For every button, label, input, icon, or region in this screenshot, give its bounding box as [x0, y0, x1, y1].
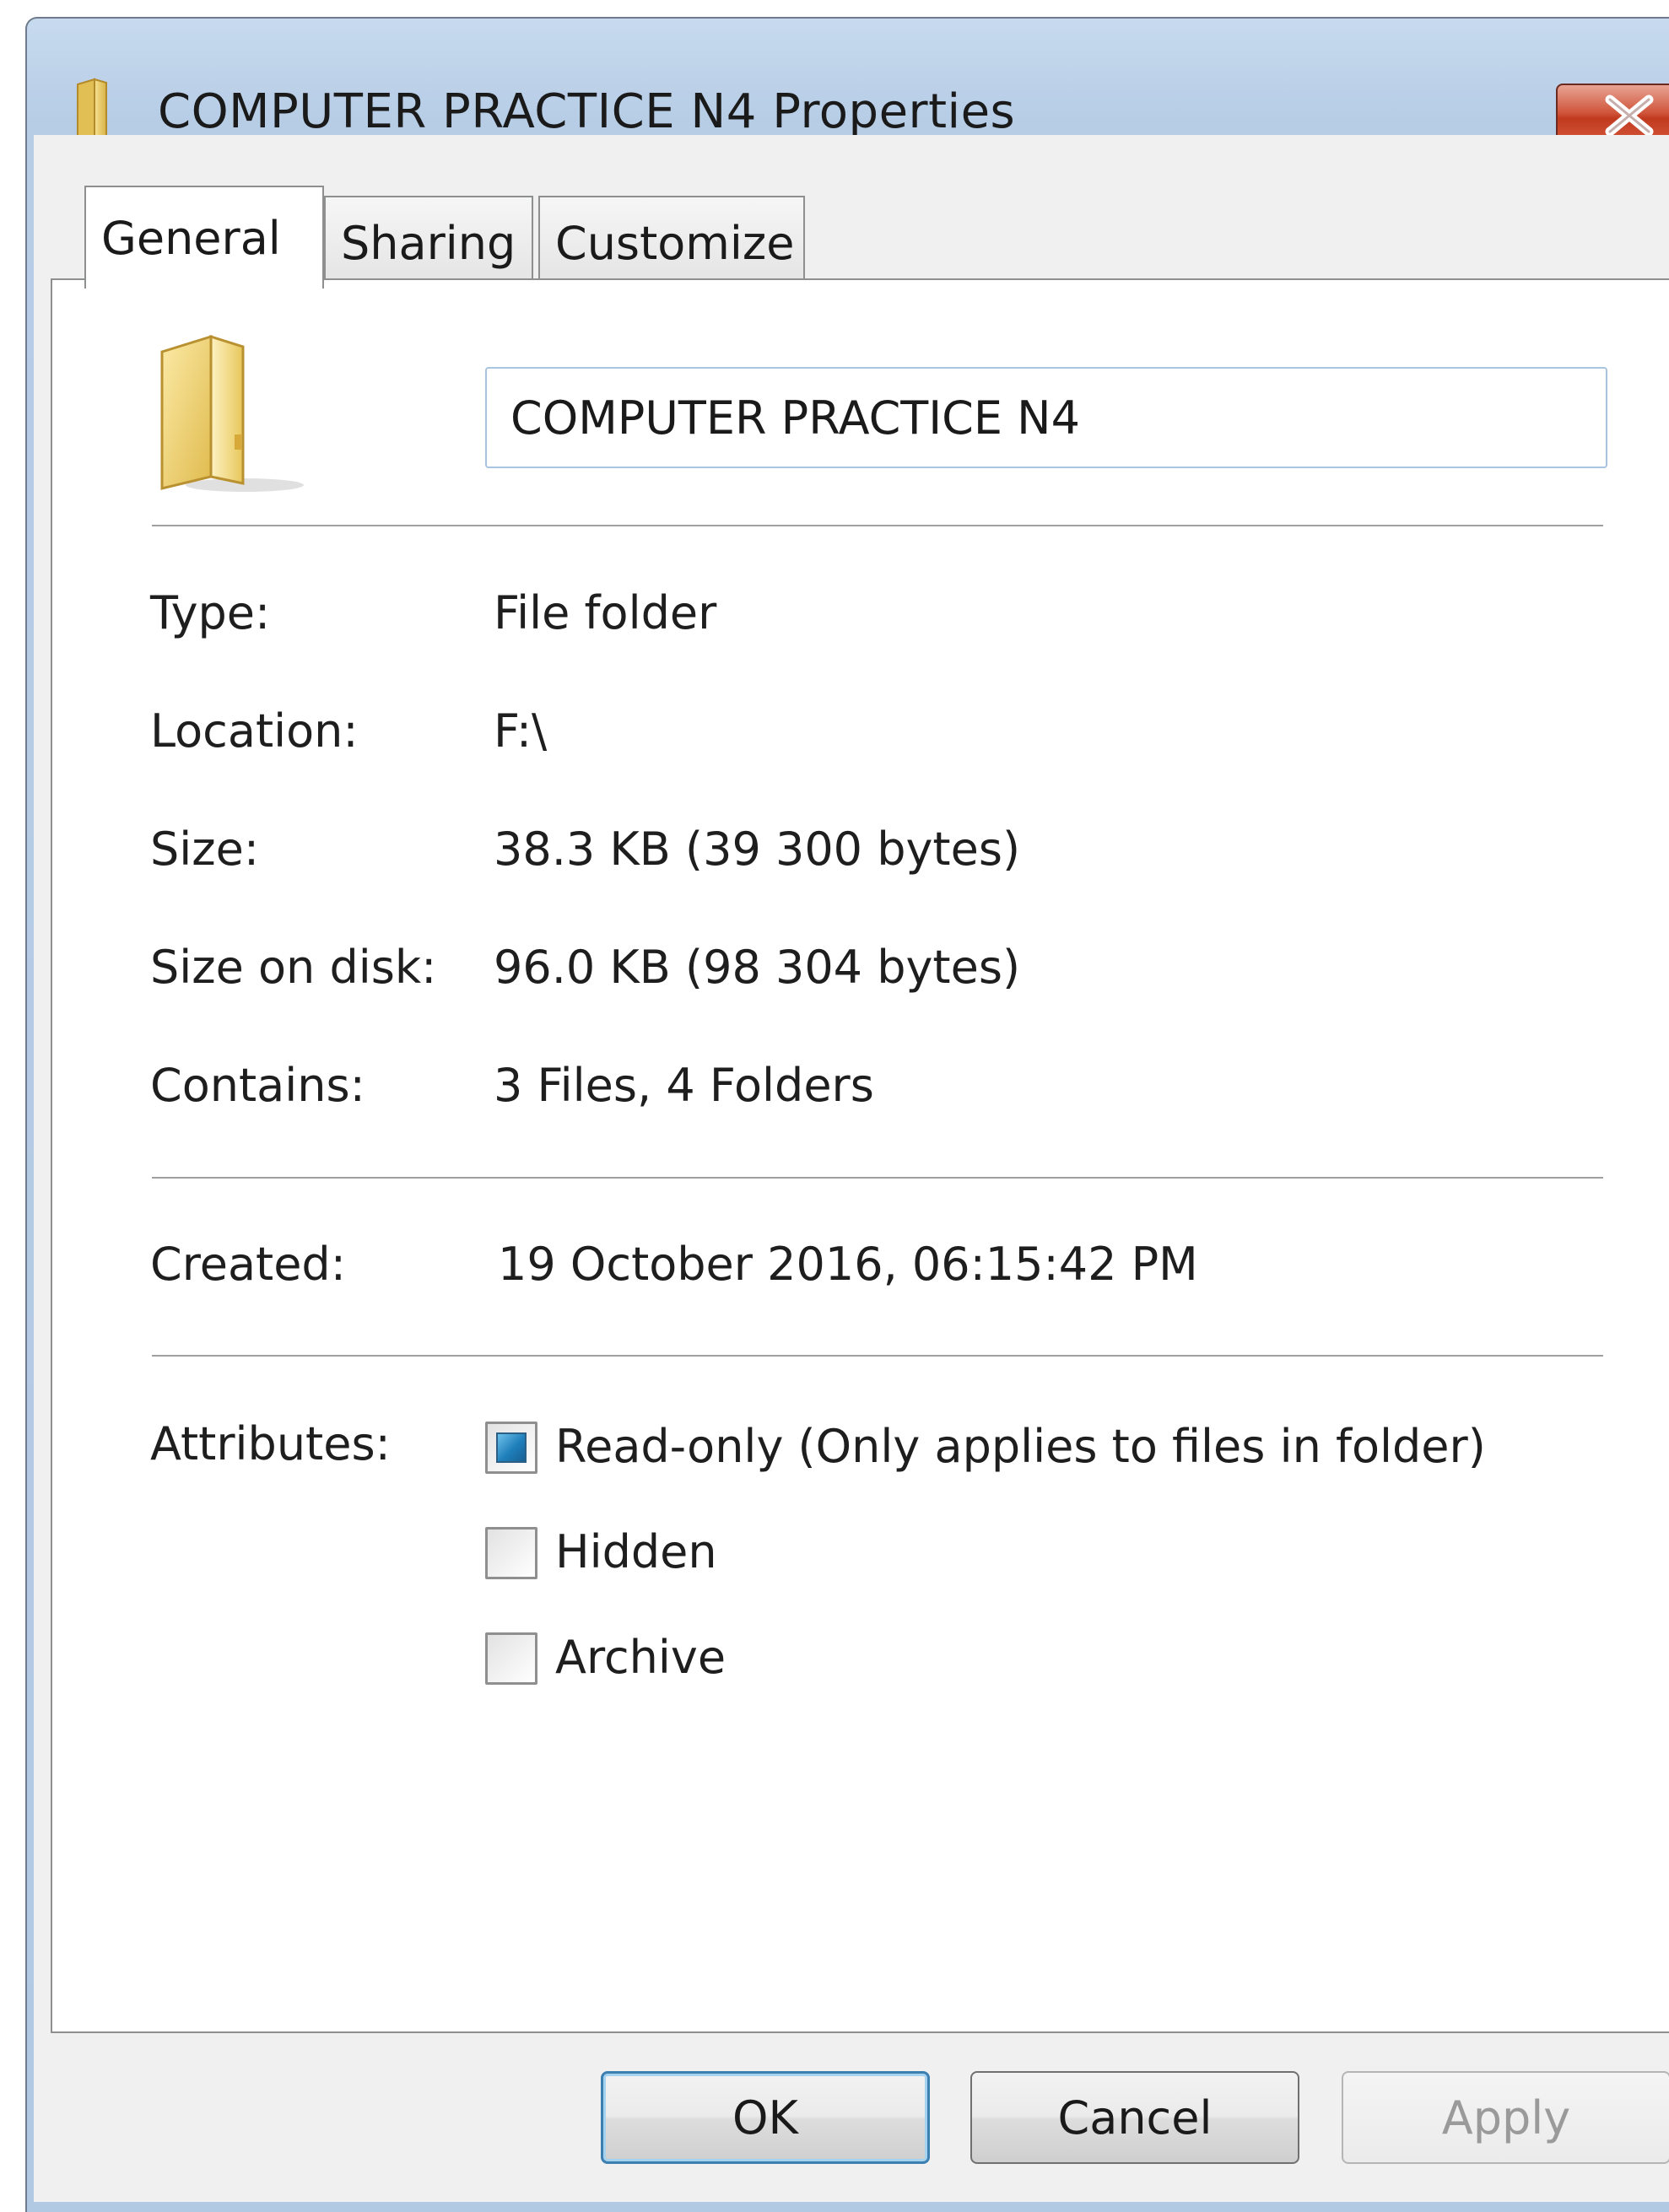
separator	[152, 1177, 1603, 1180]
tab-general[interactable]: General	[84, 186, 324, 289]
archive-checkbox[interactable]	[485, 1632, 537, 1685]
separator	[152, 525, 1603, 528]
type-label: Type:	[150, 586, 271, 639]
tab-general-label: General	[101, 211, 281, 265]
type-value: File folder	[494, 586, 717, 639]
cancel-button-label: Cancel	[1057, 2091, 1213, 2145]
hidden-checkbox[interactable]	[485, 1527, 537, 1579]
archive-label[interactable]: Archive	[555, 1631, 726, 1684]
created-value: 19 October 2016, 06:15:42 PM	[498, 1238, 1198, 1291]
hidden-label[interactable]: Hidden	[555, 1525, 717, 1578]
location-label: Location:	[150, 704, 359, 758]
tab-customize-label: Customize	[555, 216, 795, 270]
location-value: F:\	[494, 704, 548, 758]
apply-button[interactable]: Apply	[1342, 2071, 1669, 2164]
window-title: COMPUTER PRACTICE N4 Properties	[158, 84, 1016, 139]
title-bar[interactable]: COMPUTER PRACTICE N4 Properties	[27, 19, 1669, 150]
tab-sharing[interactable]: Sharing	[324, 196, 533, 289]
size-on-disk-value: 96.0 KB (98 304 bytes)	[494, 941, 1021, 994]
ok-button[interactable]: OK	[601, 2071, 930, 2164]
cancel-button[interactable]: Cancel	[970, 2071, 1299, 2164]
size-on-disk-label: Size on disk:	[150, 941, 437, 994]
folder-name-field[interactable]	[485, 367, 1607, 468]
size-label: Size:	[150, 823, 260, 876]
ok-button-label: OK	[732, 2091, 798, 2145]
contains-value: 3 Files, 4 Folders	[494, 1059, 874, 1112]
attributes-label: Attributes:	[150, 1417, 391, 1470]
separator	[152, 1355, 1603, 1358]
read-only-label[interactable]: Read-only (Only applies to files in fold…	[555, 1420, 1486, 1473]
contains-label: Contains:	[150, 1059, 365, 1112]
tab-customize[interactable]: Customize	[538, 196, 805, 289]
tab-sharing-label: Sharing	[341, 216, 516, 270]
close-icon	[1605, 94, 1654, 137]
apply-button-label: Apply	[1441, 2091, 1571, 2145]
folder-icon	[160, 334, 304, 492]
size-value: 38.3 KB (39 300 bytes)	[494, 823, 1021, 876]
read-only-checkbox[interactable]	[485, 1422, 537, 1474]
created-label: Created:	[150, 1238, 346, 1291]
general-tab-panel	[51, 278, 1669, 2033]
